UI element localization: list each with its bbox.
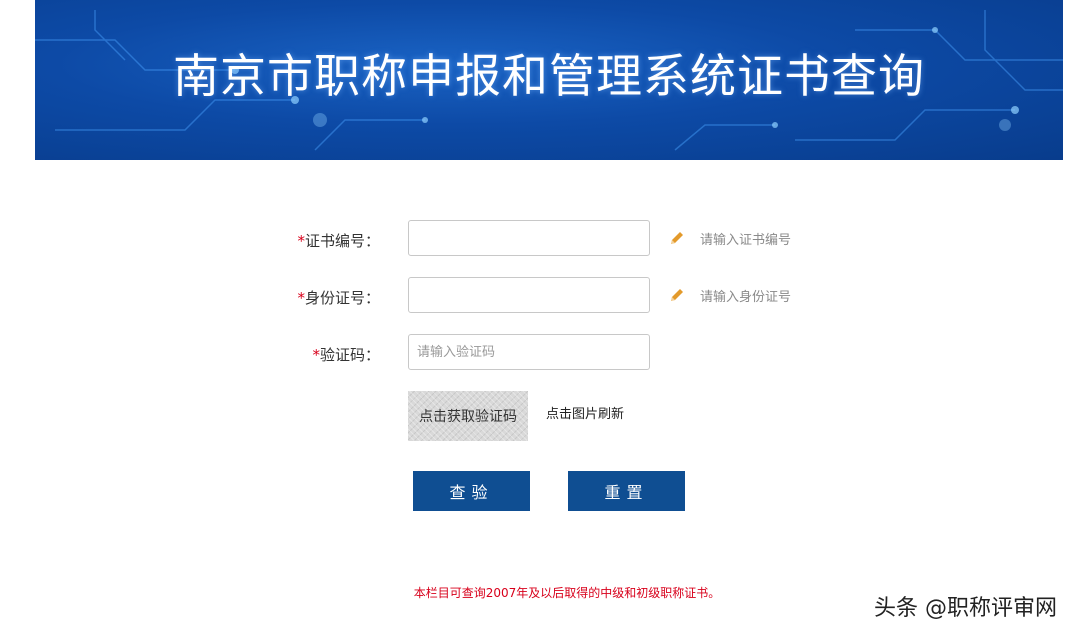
required-mark: * (312, 346, 320, 364)
captcha-refresh-text[interactable]: 点击图片刷新 (546, 403, 624, 422)
watermark: 头条 @职称评审网 (874, 596, 1057, 621)
reset-button[interactable]: 重置 (568, 471, 685, 511)
captcha-label: *验证码： (312, 346, 380, 364)
id-number-label: *身份证号： (297, 289, 380, 307)
captcha-input[interactable] (408, 334, 650, 370)
header-banner: 南京市职称申报和管理系统证书查询 (35, 0, 1063, 160)
pencil-icon (671, 289, 683, 301)
cert-number-label: *证书编号： (297, 232, 380, 250)
id-number-hint: 请输入身份证号 (668, 285, 791, 305)
verify-button[interactable]: 查验 (413, 471, 530, 511)
cert-number-input[interactable] (408, 220, 650, 256)
captcha-image[interactable]: 点击获取验证码 (408, 391, 528, 441)
required-mark: * (297, 289, 305, 307)
id-number-input[interactable] (408, 277, 650, 313)
pencil-icon (671, 232, 683, 244)
cert-number-hint: 请输入证书编号 (668, 228, 791, 248)
required-mark: * (297, 232, 305, 250)
page-title: 南京市职称申报和管理系统证书查询 (173, 49, 925, 103)
